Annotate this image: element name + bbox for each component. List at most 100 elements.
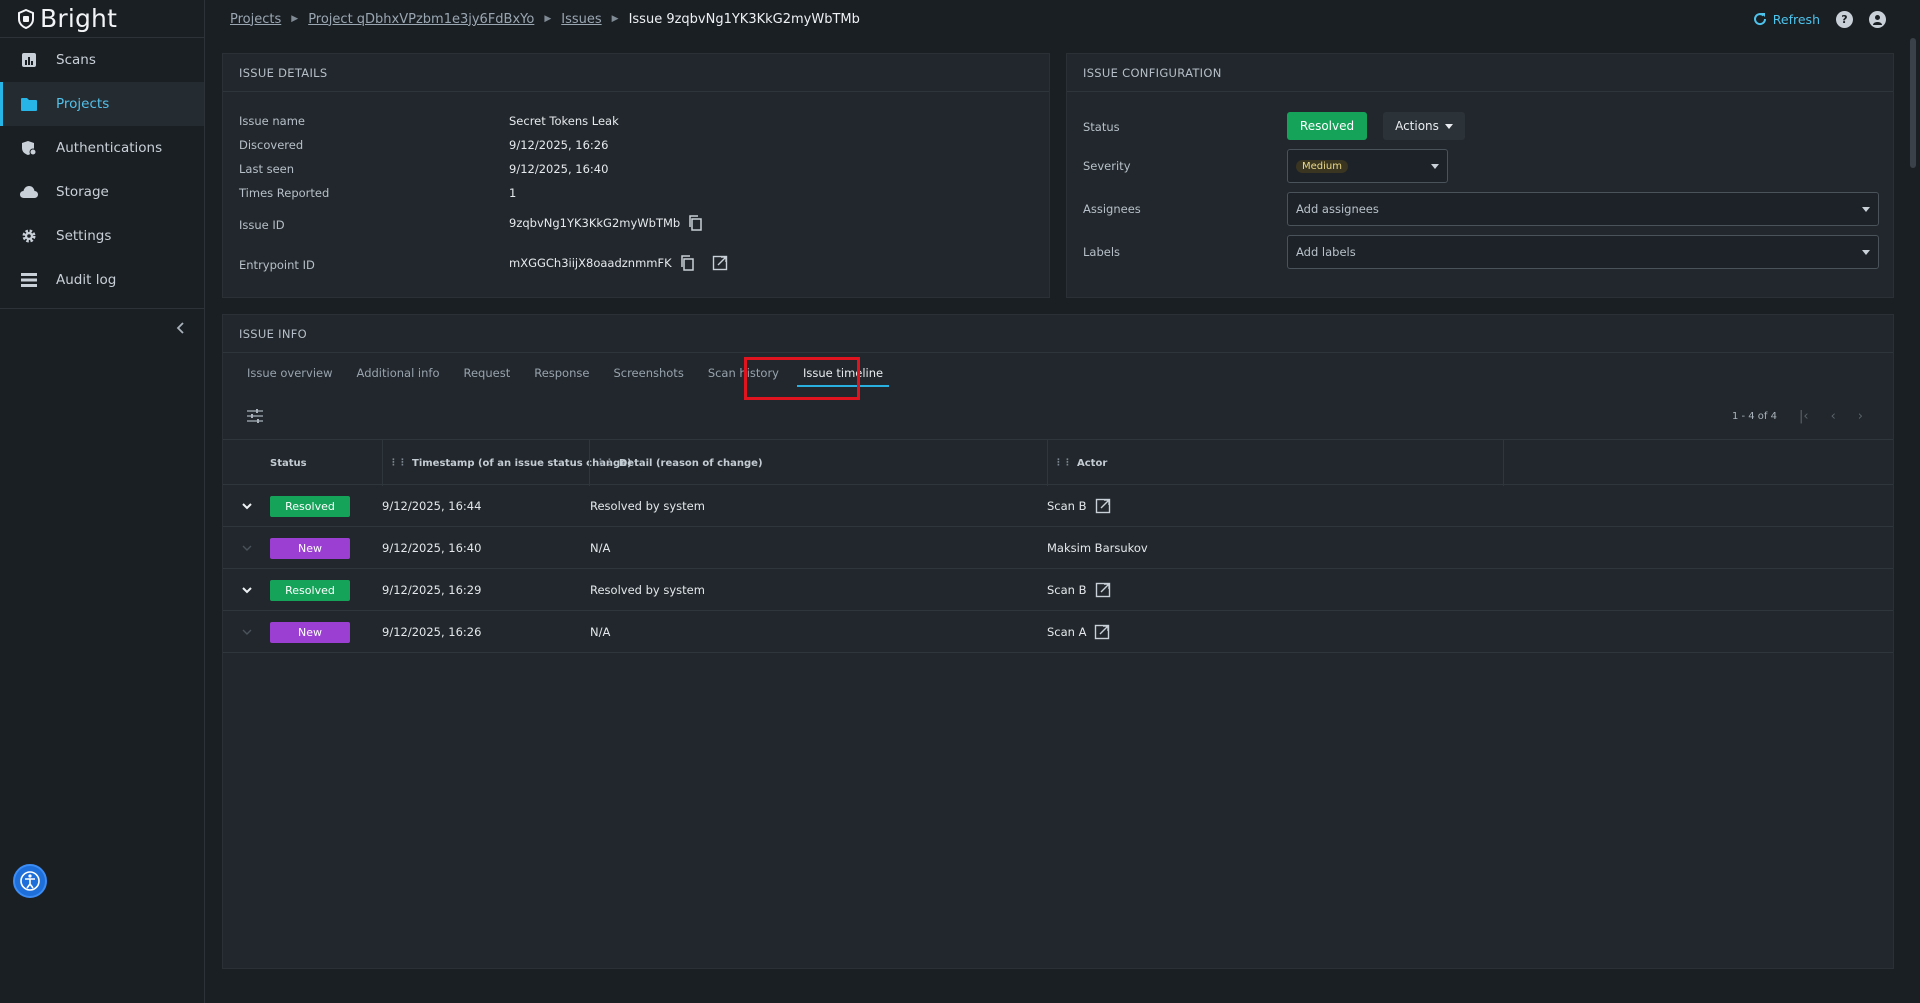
caret-down-icon	[1862, 250, 1870, 255]
drag-handle-icon[interactable]: ⋮⋮	[1054, 458, 1072, 468]
caret-down-icon	[1431, 164, 1439, 169]
actor-cell: Scan B	[1047, 569, 1111, 611]
tab-screenshots[interactable]: Screenshots	[601, 353, 695, 393]
user-avatar-icon[interactable]	[1869, 10, 1886, 28]
last-seen-value: 9/12/2025, 16:40	[509, 162, 609, 176]
sidebar-item-settings[interactable]: Settings	[0, 214, 204, 258]
table-row[interactable]: New 9/12/2025, 16:26 N/A Scan A	[223, 611, 1893, 653]
sidebar-item-label: Audit log	[56, 272, 117, 288]
list-icon	[20, 271, 38, 289]
open-link-icon[interactable]	[712, 255, 728, 271]
shield-gear-icon	[20, 139, 38, 157]
severity-select[interactable]: Medium	[1287, 149, 1448, 183]
pagination: 1 - 4 of 4 |‹ ‹ ›	[1732, 409, 1863, 424]
copy-icon[interactable]	[680, 255, 696, 271]
issue-id-label: Issue ID	[239, 218, 285, 232]
status-badge: Resolved	[270, 495, 350, 517]
sidebar-item-audit-log[interactable]: Audit log	[0, 258, 204, 302]
accessibility-button[interactable]	[13, 864, 47, 898]
column-divider	[1047, 440, 1048, 486]
breadcrumb-projects[interactable]: Projects	[230, 12, 281, 27]
tab-issue-overview[interactable]: Issue overview	[235, 353, 345, 393]
tab-request[interactable]: Request	[452, 353, 523, 393]
table-header: Status ⋮⋮ Timestamp (of an issue status c…	[223, 439, 1893, 486]
copy-icon[interactable]	[688, 215, 704, 231]
column-actor[interactable]: ⋮⋮ Actor	[1054, 440, 1107, 486]
tab-response[interactable]: Response	[522, 353, 601, 393]
open-link-icon[interactable]	[1095, 582, 1111, 598]
sidebar-item-label: Storage	[56, 184, 109, 200]
issue-id-value: 9zqbvNg1YK3KkG2myWbTMb	[509, 216, 681, 230]
issue-configuration-title: ISSUE CONFIGURATION	[1067, 54, 1893, 92]
issue-details-title: ISSUE DETAILS	[223, 54, 1049, 92]
sidebar-item-projects[interactable]: Projects	[0, 82, 204, 126]
next-page-icon[interactable]: ›	[1858, 409, 1863, 424]
breadcrumb: Projects ▶ Project qDbhxVPzbm1e3jy6FdBxY…	[206, 12, 860, 27]
actor-name: Scan B	[1047, 499, 1087, 513]
chart-icon	[20, 51, 38, 69]
sidebar-item-label: Settings	[56, 228, 112, 244]
detail-cell: N/A	[590, 541, 611, 555]
open-link-icon[interactable]	[1095, 498, 1111, 514]
issue-name-label: Issue name	[239, 114, 306, 128]
detail-cell: N/A	[590, 625, 611, 639]
actor-name: Scan A	[1047, 625, 1087, 639]
prev-page-icon[interactable]: ‹	[1831, 409, 1836, 424]
issue-details-panel: ISSUE DETAILS Issue name Secret Tokens L…	[222, 53, 1050, 298]
entrypoint-id-label: Entrypoint ID	[239, 258, 315, 272]
times-reported-value: 1	[509, 186, 517, 200]
breadcrumb-separator-icon: ▶	[544, 14, 552, 24]
drag-handle-icon[interactable]: ⋮⋮	[389, 458, 407, 468]
accessibility-icon	[20, 871, 40, 891]
issue-configuration-panel: ISSUE CONFIGURATION Status Resolved Acti…	[1066, 53, 1894, 298]
expand-row-icon[interactable]	[241, 485, 253, 527]
assignees-select[interactable]: Add assignees	[1287, 192, 1879, 226]
actor-cell: Scan B	[1047, 485, 1111, 527]
sidebar-item-scans[interactable]: Scans	[0, 38, 204, 82]
column-detail-label: Detail (reason of change)	[619, 457, 763, 469]
logo[interactable]: Bright	[0, 0, 204, 38]
column-divider	[589, 440, 590, 486]
timestamp-cell: 9/12/2025, 16:44	[382, 499, 482, 513]
issue-name-value: Secret Tokens Leak	[509, 114, 619, 128]
drag-handle-icon[interactable]: ⋮⋮	[596, 458, 614, 468]
times-reported-label: Times Reported	[239, 186, 330, 200]
breadcrumb-issues[interactable]: Issues	[561, 12, 601, 27]
labels-placeholder: Add labels	[1296, 245, 1356, 259]
caret-down-icon	[1444, 123, 1453, 129]
labels-select[interactable]: Add labels	[1287, 235, 1879, 269]
open-link-icon[interactable]	[1094, 624, 1110, 640]
entrypoint-id-row: mXGGCh3iijX8oaadznmmFK	[509, 255, 728, 271]
first-page-icon[interactable]: |‹	[1799, 409, 1809, 424]
brand-name: Bright	[40, 4, 118, 33]
expand-row-icon[interactable]	[241, 569, 253, 611]
timestamp-cell: 9/12/2025, 16:40	[382, 541, 482, 555]
expand-row-icon	[241, 527, 253, 569]
page-scrollbar[interactable]	[1910, 38, 1916, 168]
status-badge: Resolved	[270, 579, 350, 601]
gear-icon	[20, 227, 38, 245]
column-status[interactable]: Status	[270, 440, 307, 486]
sidebar-item-storage[interactable]: Storage	[0, 170, 204, 214]
refresh-button[interactable]: Refresh	[1753, 12, 1820, 27]
column-actor-label: Actor	[1077, 457, 1108, 469]
table-row[interactable]: Resolved 9/12/2025, 16:29 Resolved by sy…	[223, 569, 1893, 611]
breadcrumb-separator-icon: ▶	[291, 14, 299, 24]
issue-id-row: 9zqbvNg1YK3KkG2myWbTMb	[509, 215, 704, 231]
help-icon[interactable]: ?	[1836, 10, 1853, 28]
actions-dropdown[interactable]: Actions	[1383, 112, 1465, 140]
column-settings-icon[interactable]	[247, 409, 263, 423]
column-detail[interactable]: ⋮⋮ Detail (reason of change)	[596, 440, 763, 486]
sidebar-item-authentications[interactable]: Authentications	[0, 126, 204, 170]
status-resolved-button[interactable]: Resolved	[1287, 112, 1367, 140]
expand-row-icon	[241, 611, 253, 653]
status-label: Status	[1083, 120, 1120, 134]
breadcrumb-project[interactable]: Project qDbhxVPzbm1e3jy6FdBxYo	[308, 12, 534, 27]
breadcrumb-current: Issue 9zqbvNg1YK3KkG2myWbTMb	[628, 11, 860, 27]
tab-additional-info[interactable]: Additional info	[345, 353, 452, 393]
issue-info-title: ISSUE INFO	[223, 315, 1893, 353]
collapse-sidebar-icon[interactable]	[173, 320, 189, 336]
table-row[interactable]: Resolved 9/12/2025, 16:44 Resolved by sy…	[223, 485, 1893, 527]
table-row[interactable]: New 9/12/2025, 16:40 N/A Maksim Barsukov	[223, 527, 1893, 569]
actor-name: Maksim Barsukov	[1047, 541, 1148, 555]
